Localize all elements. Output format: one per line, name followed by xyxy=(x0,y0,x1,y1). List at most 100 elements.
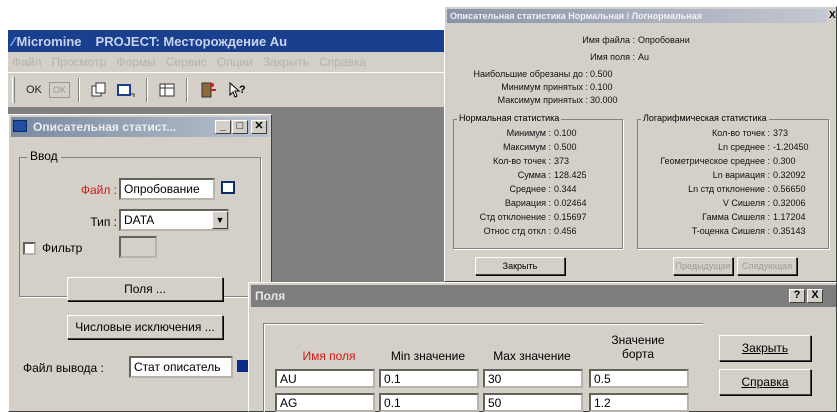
table-icon[interactable] xyxy=(156,79,178,101)
column-header-cutoff: Значение борта xyxy=(611,333,665,361)
filter-input[interactable] xyxy=(119,236,157,258)
table-cell[interactable]: 50 xyxy=(483,393,583,412)
column-header-min: Min значение xyxy=(390,349,466,363)
stat-label: T-оценка Сишеля : xyxy=(691,226,770,236)
filter-label: Фильтр xyxy=(42,241,83,255)
prev-button[interactable]: Предыдущая xyxy=(673,257,733,275)
project-title: PROJECT: Месторождение Au xyxy=(95,33,288,49)
file-name-label: Имя файла : xyxy=(582,35,635,45)
window-icon[interactable] xyxy=(114,79,138,101)
menu-item-service[interactable]: Сервис xyxy=(166,55,207,69)
type-label: Тип : xyxy=(90,215,117,229)
menu-item-file[interactable]: Файл xyxy=(12,55,42,69)
stat-label: Ln среднее : xyxy=(717,142,770,152)
type-select-value: DATA xyxy=(124,213,155,227)
stat-label: Стд отклонение : xyxy=(479,212,551,222)
table-cell[interactable]: 0.5 xyxy=(589,369,689,388)
ok-toolbar-button[interactable]: OK xyxy=(23,79,45,101)
menu-item-close[interactable]: Закрыть xyxy=(263,55,309,69)
app-name: Micromine xyxy=(16,33,82,49)
menu-item-help[interactable]: Справка xyxy=(319,55,366,69)
file-input[interactable]: Опробование xyxy=(119,178,215,200)
table-cell[interactable]: 1.2 xyxy=(589,393,689,412)
stat-value: 0.300 xyxy=(773,156,796,166)
cut-label: Наибольшие обрезаны до : xyxy=(473,69,589,79)
next-button[interactable]: Следующая xyxy=(737,257,797,275)
file-browse-icon[interactable] xyxy=(221,181,235,194)
stats-close-icon[interactable]: X xyxy=(829,10,836,21)
window-icon xyxy=(13,120,27,132)
stat-label: Сумма : xyxy=(517,170,551,180)
chevron-down-icon[interactable]: ▼ xyxy=(212,211,228,229)
fields-title: Поля xyxy=(255,289,286,303)
stat-value: 0.15697 xyxy=(554,212,587,222)
menu-bar: Файл Просмотр Формы Сервис Опции Закрыть… xyxy=(8,52,468,72)
micromine-logo-icon: ⁄⁄⁄ xyxy=(12,33,14,49)
normal-stats-label: Нормальная статистика xyxy=(457,113,562,123)
toolbar-grip[interactable] xyxy=(12,77,15,103)
stat-value: 373 xyxy=(554,156,570,166)
fields-title-bar: Поля xyxy=(251,285,836,307)
stat-value: 0.344 xyxy=(554,184,577,194)
table-cell[interactable]: 0.1 xyxy=(379,393,479,412)
toolbar: OK OK ? xyxy=(8,72,468,108)
fields-close-button[interactable]: Закрыть xyxy=(719,335,811,361)
cut-value: 0.500 xyxy=(590,69,613,79)
stat-label: Среднее : xyxy=(509,184,551,194)
ok-disabled-toolbar-button[interactable]: OK xyxy=(48,82,70,98)
stats-title: Описательная статистика Нормальная / Лог… xyxy=(450,11,702,21)
menu-item-options[interactable]: Опции xyxy=(217,55,253,69)
stat-value: -1.20450 xyxy=(773,142,809,152)
stat-label: Минимум : xyxy=(506,128,551,138)
close-button[interactable]: ✕ xyxy=(251,120,267,134)
toolbar-separator xyxy=(77,78,80,102)
stat-label: Максимум : xyxy=(502,142,551,152)
table-cell[interactable]: 0.1 xyxy=(379,369,479,388)
output-file-label: Файл вывода : xyxy=(23,361,104,375)
field-name-label: Имя поля : xyxy=(590,52,635,62)
max-accepted-label: Максимум принятых : xyxy=(497,95,588,105)
stat-label: Ln вариация : xyxy=(712,170,770,180)
toolbar-separator xyxy=(185,78,188,102)
min-accepted-value: 0.100 xyxy=(590,82,613,92)
stat-label: Кол-во точек : xyxy=(493,156,551,166)
exit-door-icon[interactable] xyxy=(196,79,220,101)
column-header-max: Max значение xyxy=(493,349,571,363)
stat-value: 0.32092 xyxy=(773,170,806,180)
output-file-input[interactable]: Стат описатель xyxy=(129,356,233,378)
stats-title-bar: Описательная статистика Нормальная / Лог… xyxy=(447,9,827,23)
min-accepted-label: Минимум принятых : xyxy=(501,82,588,92)
stat-label: Геометрическое среднее : xyxy=(660,156,770,166)
context-help-icon[interactable]: ? xyxy=(224,79,250,101)
input-group-label: Ввод xyxy=(27,149,61,163)
stat-value: 0.500 xyxy=(554,142,577,152)
stats-close-button[interactable]: Закрыть xyxy=(475,257,565,275)
numeric-exclusions-button[interactable]: Числовые исключения ... xyxy=(67,315,223,339)
table-cell[interactable]: AU xyxy=(275,369,375,388)
table-cell[interactable]: 30 xyxy=(483,369,583,388)
fields-dialog: Поля ? X Имя поля Min значение Max значе… xyxy=(248,282,837,412)
stat-value: 0.35143 xyxy=(773,226,806,236)
menu-item-forms[interactable]: Формы xyxy=(116,55,155,69)
field-name-value: Au xyxy=(638,52,650,62)
maximize-button[interactable]: □ xyxy=(232,120,248,134)
statistics-window: Описательная статистика Нормальная / Лог… xyxy=(444,6,837,282)
fields-button[interactable]: Поля ... xyxy=(67,277,223,301)
help-icon[interactable]: ? xyxy=(789,289,805,303)
stat-value: 0.56650 xyxy=(773,184,806,194)
stat-value: 373 xyxy=(773,128,789,138)
close-icon[interactable]: X xyxy=(807,289,823,303)
minimize-button[interactable]: _ xyxy=(215,120,231,134)
filter-checkbox[interactable] xyxy=(23,242,36,255)
log-stats-label: Логарифмическая статистика xyxy=(641,113,769,123)
fields-help-button[interactable]: Справка xyxy=(719,369,811,395)
app-title-bar: ⁄⁄⁄ Micromine PROJECT: Месторождение Au xyxy=(8,30,468,52)
stat-label: Вариация : xyxy=(504,198,551,208)
copy-icon[interactable] xyxy=(88,79,110,101)
stat-value: 0.02464 xyxy=(554,198,587,208)
table-cell[interactable]: AG xyxy=(275,393,375,412)
stat-value: 0.100 xyxy=(554,128,577,138)
dialog-title: Описательная статист... xyxy=(33,120,177,134)
menu-item-view[interactable]: Просмотр xyxy=(52,55,107,69)
stat-value: 0.456 xyxy=(554,226,577,236)
